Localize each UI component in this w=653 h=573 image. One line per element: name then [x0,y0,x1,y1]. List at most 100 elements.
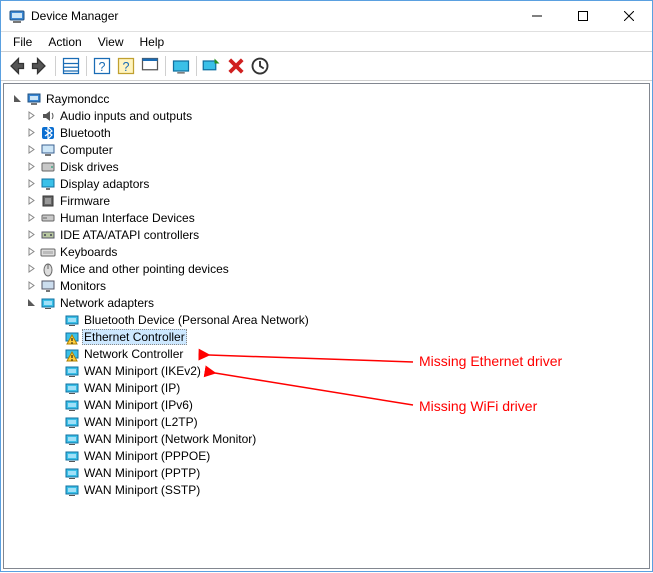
tree-item[interactable]: Network adapters [6,294,647,311]
tree-item[interactable]: WAN Miniport (PPTP) [6,464,647,481]
close-button[interactable] [606,1,652,31]
expand-icon[interactable] [24,211,38,225]
network-icon [64,380,80,396]
menu-help[interactable]: Help [132,33,173,51]
tree-item[interactable]: Keyboards [6,243,647,260]
window-title: Device Manager [31,9,514,23]
tree-item[interactable]: Audio inputs and outputs [6,107,647,124]
tree-item-label: Network Controller [82,347,185,361]
tree-item[interactable]: Mice and other pointing devices [6,260,647,277]
tree-item[interactable]: WAN Miniport (IP) [6,379,647,396]
display-icon [40,176,56,192]
toolbar-show-hidden-button[interactable] [170,55,192,77]
network-icon [40,295,56,311]
tree-item[interactable]: Computer [6,141,647,158]
expand-icon[interactable] [24,279,38,293]
tree-item-label: WAN Miniport (IPv6) [82,398,195,412]
tree-item[interactable]: IDE ATA/ATAPI controllers [6,226,647,243]
collapse-icon[interactable] [24,296,38,310]
tree-item[interactable]: WAN Miniport (Network Monitor) [6,430,647,447]
menu-view[interactable]: View [90,33,132,51]
tree-item[interactable]: WAN Miniport (SSTP) [6,481,647,498]
network-icon [64,312,80,328]
tree-item[interactable]: Firmware [6,192,647,209]
tree-item-label: Audio inputs and outputs [58,109,194,123]
tree-item[interactable]: WAN Miniport (IPv6) [6,396,647,413]
tree-item-label: Bluetooth [58,126,113,140]
warning-icon [64,329,80,345]
disk-icon [40,159,56,175]
expand-icon[interactable] [24,109,38,123]
tree-item[interactable]: WAN Miniport (PPPOE) [6,447,647,464]
toolbar-separator [55,56,56,76]
tree-item-label: Firmware [58,194,112,208]
toolbar-help-button[interactable]: ? [91,55,113,77]
tree-item-label: Computer [58,143,115,157]
network-icon [64,363,80,379]
computer-icon [26,91,42,107]
expand-icon[interactable] [24,177,38,191]
tree-item[interactable]: Monitors [6,277,647,294]
tree-item-label: WAN Miniport (PPPOE) [82,449,212,463]
tree-item-label: Disk drives [58,160,121,174]
tree-item-label: Bluetooth Device (Personal Area Network) [82,313,311,327]
svg-text:?: ? [99,60,106,74]
monitor-icon [40,278,56,294]
tree-item-label: Display adaptors [58,177,151,191]
toolbar-scan-button[interactable] [201,55,223,77]
maximize-button[interactable] [560,1,606,31]
tree-item-label: WAN Miniport (L2TP) [82,415,200,429]
firmware-icon [40,193,56,209]
menubar: File Action View Help [1,31,652,51]
network-icon [64,414,80,430]
tree-item[interactable]: WAN Miniport (IKEv2) [6,362,647,379]
toolbar-back-button[interactable] [5,55,27,77]
tree-item-label: Raymondcc [44,92,111,106]
expand-icon[interactable] [24,143,38,157]
expand-icon[interactable] [24,160,38,174]
toolbar-properties-button[interactable] [60,55,82,77]
tree-item[interactable]: Human Interface Devices [6,209,647,226]
tree-item-label: WAN Miniport (IKEv2) [82,364,203,378]
toolbar-update-button[interactable] [249,55,271,77]
tree-item[interactable]: Bluetooth [6,124,647,141]
menu-file[interactable]: File [5,33,40,51]
tree-item-label: WAN Miniport (Network Monitor) [82,432,258,446]
network-icon [64,431,80,447]
hid-icon [40,210,56,226]
expand-icon[interactable] [24,228,38,242]
tree-item[interactable]: Bluetooth Device (Personal Area Network) [6,311,647,328]
toolbar-uninstall-button[interactable] [225,55,247,77]
minimize-button[interactable] [514,1,560,31]
device-manager-window: Device Manager File Action View Help ? ?… [0,0,653,572]
tree-item[interactable]: Display adaptors [6,175,647,192]
tree-item-label: WAN Miniport (IP) [82,381,182,395]
tree-item-label: Ethernet Controller [82,329,187,345]
mouse-icon [40,261,56,277]
tree-view-wrapper: Raymondcc Audio inputs and outputs Bluetoo… [3,83,650,569]
toolbar-help2-button[interactable]: ? [115,55,137,77]
collapse-icon[interactable] [10,92,24,106]
expand-icon[interactable] [24,194,38,208]
tree-root-item[interactable]: Raymondcc [6,90,647,107]
tree-view[interactable]: Raymondcc Audio inputs and outputs Bluetoo… [6,86,647,566]
expand-icon[interactable] [24,245,38,259]
audio-icon [40,108,56,124]
expand-icon[interactable] [24,126,38,140]
tree-item[interactable]: Disk drives [6,158,647,175]
tree-item-label: Keyboards [58,245,119,259]
tree-item-label: Network adapters [58,296,156,310]
tree-item[interactable]: WAN Miniport (L2TP) [6,413,647,430]
expand-icon[interactable] [24,262,38,276]
toolbar-separator [165,56,166,76]
menu-action[interactable]: Action [40,33,89,51]
app-icon [9,8,25,24]
tree-item-label: WAN Miniport (SSTP) [82,483,202,497]
toolbar-forward-button[interactable] [29,55,51,77]
toolbar-app-button[interactable] [139,55,161,77]
tree-item[interactable]: Network Controller [6,345,647,362]
ide-icon [40,227,56,243]
toolbar: ? ? [1,51,652,81]
warning-icon [64,346,80,362]
tree-item[interactable]: Ethernet Controller [6,328,647,345]
